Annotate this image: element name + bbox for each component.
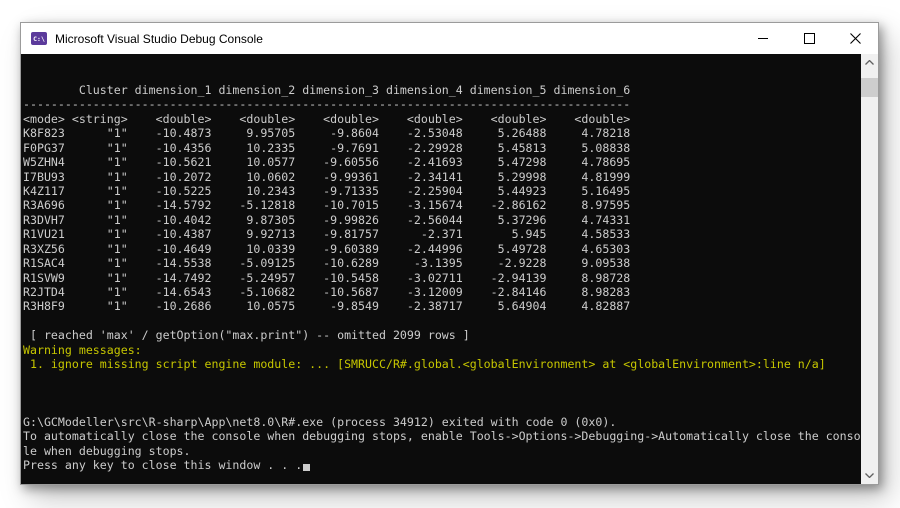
console-output: Cluster dimension_1 dimension_2 dimensio… <box>21 54 861 484</box>
console-line <box>23 314 861 328</box>
window-controls <box>740 23 878 54</box>
console-line <box>23 54 861 68</box>
console-line: W5ZHN4 "1" -10.5621 10.0577 -9.60556 -2.… <box>23 155 861 169</box>
console-line <box>23 372 861 386</box>
console-app-icon-label: C:\ <box>33 35 45 43</box>
console-line: Warning messages: <box>23 343 861 357</box>
console-line: 1. ignore missing script engine module: … <box>23 357 861 371</box>
console-app-icon: C:\ <box>31 32 47 45</box>
console-line: I7BU93 "1" -10.2072 10.0602 -9.99361 -2.… <box>23 170 861 184</box>
console-line: R1SVW9 "1" -14.7492 -5.24957 -10.5458 -3… <box>23 271 861 285</box>
titlebar[interactable]: C:\ Microsoft Visual Studio Debug Consol… <box>21 23 878 54</box>
vertical-scrollbar[interactable] <box>861 54 878 484</box>
console-line: le when debugging stops. <box>23 444 861 458</box>
close-icon <box>850 33 861 44</box>
chevron-up-icon <box>865 60 874 65</box>
scrollbar-thumb[interactable] <box>861 78 878 97</box>
console-line: R2JTD4 "1" -14.6543 -5.10682 -10.5687 -3… <box>23 285 861 299</box>
maximize-icon <box>804 33 815 44</box>
minimize-icon <box>758 38 768 39</box>
console-line: [ reached 'max' / getOption("max.print")… <box>23 328 861 342</box>
console-line <box>23 68 861 82</box>
maximize-button[interactable] <box>786 23 832 54</box>
text-cursor <box>303 464 310 471</box>
console-line: R3A696 "1" -14.5792 -5.12818 -10.7015 -3… <box>23 198 861 212</box>
console-line: Press any key to close this window . . . <box>23 458 861 472</box>
console-line: R3H8F9 "1" -10.2686 10.0575 -9.8549 -2.3… <box>23 299 861 313</box>
scroll-down-button[interactable] <box>861 467 878 484</box>
console-line: R1VU21 "1" -10.4387 9.92713 -9.81757 -2.… <box>23 227 861 241</box>
console-line: K4Z117 "1" -10.5225 10.2343 -9.71335 -2.… <box>23 184 861 198</box>
debug-console-window: C:\ Microsoft Visual Studio Debug Consol… <box>20 22 879 485</box>
console-area[interactable]: Cluster dimension_1 dimension_2 dimensio… <box>21 54 878 484</box>
console-line: To automatically close the console when … <box>23 429 861 443</box>
console-line: R1SAC4 "1" -14.5538 -5.09125 -10.6289 -3… <box>23 256 861 270</box>
chevron-down-icon <box>865 473 874 478</box>
console-line: <mode> <string> <double> <double> <doubl… <box>23 112 861 126</box>
console-line <box>23 401 861 415</box>
console-line: R3DVH7 "1" -10.4042 9.87305 -9.99826 -2.… <box>23 213 861 227</box>
console-line: K8F823 "1" -10.4873 9.95705 -9.8604 -2.5… <box>23 126 861 140</box>
console-line: Cluster dimension_1 dimension_2 dimensio… <box>23 83 861 97</box>
console-line: G:\GCModeller\src\R-sharp\App\net8.0\R#.… <box>23 415 861 429</box>
console-line: ----------------------------------------… <box>23 97 861 111</box>
close-button[interactable] <box>832 23 878 54</box>
window-title: Microsoft Visual Studio Debug Console <box>55 32 263 46</box>
console-line: F0PG37 "1" -10.4356 10.2335 -9.7691 -2.2… <box>23 141 861 155</box>
console-line <box>23 386 861 400</box>
scroll-up-button[interactable] <box>861 54 878 71</box>
console-line: R3XZ56 "1" -10.4649 10.0339 -9.60389 -2.… <box>23 242 861 256</box>
minimize-button[interactable] <box>740 23 786 54</box>
